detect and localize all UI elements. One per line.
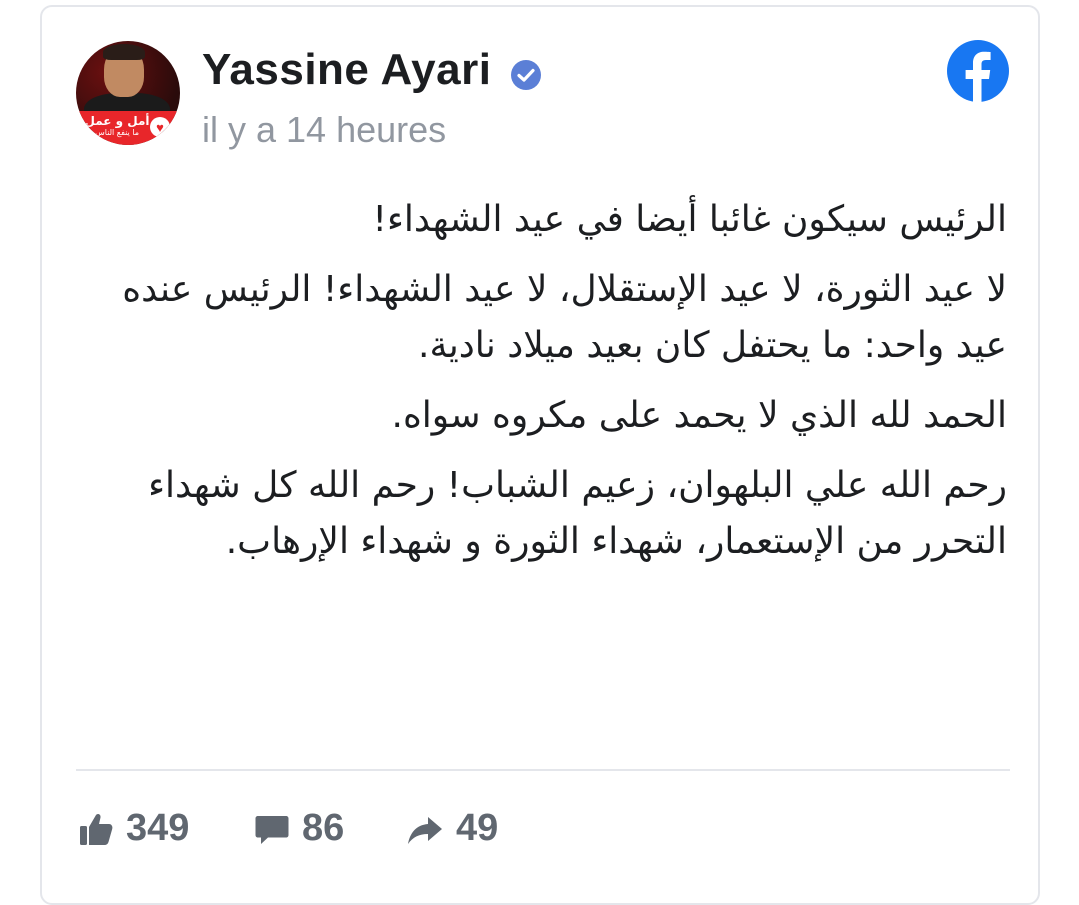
avatar-banner-subtext: ما ينفع الناس <box>94 128 140 137</box>
share-count: 49 <box>456 807 499 849</box>
ribbon-icon: ♥ <box>150 117 170 137</box>
comment-count: 86 <box>302 807 345 849</box>
post-paragraph: رحم الله علي البلهوان، زعيم الشباب! رحم … <box>148 465 1007 562</box>
post-paragraph: لا عيد الثورة، لا عيد الإستقلال، لا عيد … <box>122 269 1007 366</box>
like-button[interactable]: 349 <box>78 807 189 850</box>
like-count: 349 <box>126 807 190 849</box>
facebook-post-card: أمل و عمل ما ينفع الناس ♥ Yassine Ayari … <box>40 5 1040 905</box>
comment-icon <box>255 815 289 844</box>
post-paragraph: الحمد لله الذي لا يحمد على مكروه سواه. <box>391 395 1008 436</box>
thumbs-up-icon <box>80 813 113 845</box>
stats-divider <box>76 769 1010 771</box>
author-avatar[interactable]: أمل و عمل ما ينفع الناس ♥ <box>76 41 180 145</box>
avatar-banner-text: أمل و عمل <box>84 114 150 128</box>
share-arrow-icon <box>408 816 442 844</box>
share-button[interactable]: 49 <box>406 807 498 850</box>
post-text: الرئيس سيكون غائبا أيضا في عيد الشهداء! … <box>102 192 1007 584</box>
post-paragraph: الرئيس سيكون غائبا أيضا في عيد الشهداء! <box>372 199 1007 240</box>
facebook-logo-icon[interactable] <box>946 39 1010 103</box>
avatar-hair <box>103 44 145 60</box>
post-timestamp[interactable]: il y a 14 heures <box>202 109 446 151</box>
comment-button[interactable]: 86 <box>254 807 344 850</box>
verified-badge-icon <box>511 60 541 90</box>
author-name[interactable]: Yassine Ayari <box>202 45 491 95</box>
